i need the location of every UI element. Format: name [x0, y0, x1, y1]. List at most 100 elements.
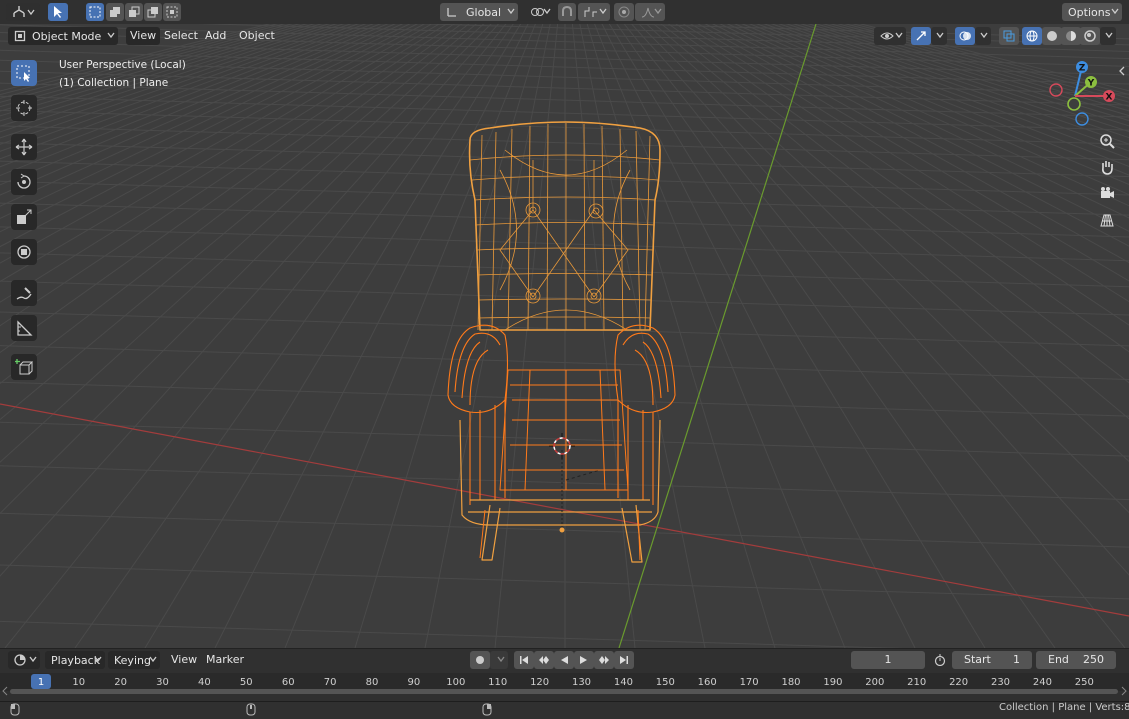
frame-tick-label: 30 — [156, 677, 169, 688]
proportional-edit-toggle[interactable] — [614, 3, 634, 21]
move-arrows-icon — [15, 138, 33, 156]
frame-tick-label: 110 — [488, 677, 508, 688]
play-button[interactable] — [574, 651, 594, 669]
zoom-button[interactable] — [1096, 130, 1118, 152]
pan-button[interactable] — [1096, 156, 1118, 178]
end-value: 250 — [1083, 653, 1104, 666]
menu-add[interactable]: Add — [201, 27, 230, 45]
mouse-right-icon — [482, 703, 492, 716]
scale-icon — [17, 209, 32, 224]
shading-rendered[interactable] — [1080, 27, 1100, 45]
frame-tick-label: 250 — [1074, 677, 1094, 688]
frame-tick-label: 130 — [571, 677, 592, 688]
mode-dropdown[interactable]: Object Mode — [8, 27, 118, 45]
menu-playback[interactable]: Playback — [45, 651, 105, 669]
object-mode-icon — [14, 30, 26, 42]
chevron-down-icon — [599, 8, 607, 15]
frame-tick-label: 180 — [781, 677, 801, 688]
select-mode-new[interactable] — [86, 3, 104, 21]
transform-orientation-dropdown[interactable]: Global — [440, 3, 518, 21]
timeline-scrollbar[interactable] — [10, 689, 1118, 694]
frame-tick-label: 80 — [365, 677, 379, 688]
pivot-point-dropdown[interactable] — [524, 3, 554, 21]
overlays-dropdown[interactable] — [975, 27, 991, 45]
gizmo-dropdown[interactable] — [931, 27, 947, 45]
xray-toggle[interactable] — [999, 27, 1019, 45]
preview-range-toggle[interactable] — [930, 651, 950, 669]
select-mode-intersect[interactable] — [163, 3, 181, 21]
frame-tick-label: 40 — [198, 677, 211, 688]
menu-select[interactable]: Select — [160, 27, 202, 45]
select-box-icon — [16, 65, 30, 82]
chevron-down-icon — [107, 32, 115, 39]
select-mode-extend[interactable] — [106, 3, 124, 21]
rotate-icon — [17, 173, 31, 189]
3d-viewport-icon — [13, 6, 25, 17]
jump-keyframe-prev-button[interactable] — [534, 651, 554, 669]
camera-icon — [1101, 187, 1114, 198]
chevron-down-icon — [507, 8, 515, 15]
mode-label: Object Mode — [32, 29, 102, 43]
jump-keyframe-next-button[interactable] — [594, 651, 614, 669]
menu-view[interactable]: View — [126, 27, 161, 45]
end-frame-field[interactable]: End 250 — [1036, 651, 1116, 669]
timeline-menu-view[interactable]: View — [167, 651, 201, 669]
jump-end-button[interactable] — [614, 651, 634, 669]
chevron-down-icon — [1111, 8, 1119, 15]
select-mode-invert[interactable] — [144, 3, 162, 21]
skip-end-icon — [620, 656, 628, 664]
frame-tick-label: 220 — [949, 677, 969, 688]
editor-type-button[interactable] — [6, 3, 40, 21]
camera-view-button[interactable] — [1096, 182, 1118, 204]
timeline-menu-marker[interactable]: Marker — [202, 651, 248, 669]
select-mode-subtract[interactable] — [125, 3, 143, 21]
proportional-falloff-dropdown[interactable] — [635, 3, 665, 21]
scene-statistics: Collection | Plane | Verts:8,10 — [999, 702, 1129, 713]
current-frame-field[interactable]: 1 — [851, 651, 925, 669]
snap-increment-icon — [584, 7, 597, 17]
start-frame-field[interactable]: Start 1 — [952, 651, 1032, 669]
options-dropdown[interactable]: Options — [1062, 3, 1122, 21]
shading-dropdown[interactable] — [1100, 27, 1116, 45]
visibility-dropdown[interactable] — [874, 27, 906, 45]
shading-solid[interactable] — [1042, 27, 1062, 45]
snap-toggle[interactable] — [558, 3, 576, 21]
keying-label: Keying — [114, 653, 151, 667]
menu-keying[interactable]: Keying — [108, 651, 160, 669]
tool-cursor[interactable] — [11, 95, 37, 121]
auto-keying-dropdown[interactable] — [490, 651, 508, 669]
frame-tick-label: 120 — [530, 677, 550, 688]
tool-scale[interactable] — [11, 204, 37, 230]
gizmo-neg-x[interactable] — [1049, 83, 1063, 97]
jump-start-button[interactable] — [514, 651, 534, 669]
shading-material[interactable] — [1061, 27, 1081, 45]
chevron-down-icon — [895, 32, 903, 39]
auto-keying-toggle[interactable] — [470, 651, 490, 669]
chevron-down-icon — [497, 656, 505, 663]
tool-add-cube[interactable] — [11, 354, 37, 380]
gizmo-neg-y[interactable] — [1067, 97, 1081, 111]
keyframe-next-icon — [599, 656, 609, 664]
timeline-editor-type[interactable] — [8, 651, 40, 669]
dashed-square-icon — [89, 6, 101, 18]
ortho-toggle-button[interactable] — [1096, 209, 1118, 231]
tool-transform[interactable] — [11, 239, 37, 265]
tool-move[interactable] — [11, 134, 37, 160]
play-reverse-button[interactable] — [554, 651, 574, 669]
tool-select-box[interactable] — [11, 60, 37, 86]
navigation-gizmo[interactable]: Z Y X — [1045, 58, 1120, 128]
snap-target-dropdown[interactable] — [578, 3, 610, 21]
gizmo-neg-z[interactable] — [1075, 112, 1089, 126]
select-tool-toggle[interactable] — [48, 3, 68, 21]
scroll-left-arrow[interactable] — [1, 686, 9, 696]
tool-annotate[interactable] — [11, 280, 37, 306]
overlays-toggle[interactable] — [955, 27, 975, 45]
pencil-icon — [16, 287, 32, 300]
tool-rotate[interactable] — [11, 169, 37, 195]
tool-measure[interactable] — [11, 315, 37, 341]
gizmo-toggle[interactable] — [911, 27, 931, 45]
shading-wireframe[interactable] — [1022, 27, 1042, 45]
menu-object[interactable]: Object — [235, 27, 279, 45]
scroll-right-arrow[interactable] — [1120, 686, 1128, 696]
viewport-canvas[interactable] — [0, 0, 1129, 648]
